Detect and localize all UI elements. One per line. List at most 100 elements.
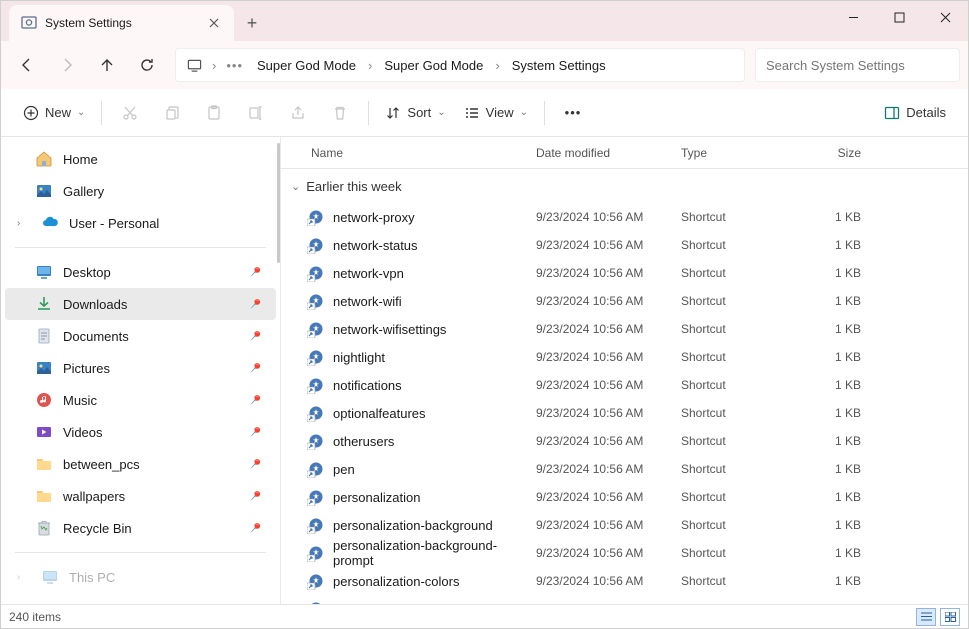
file-row[interactable]: notifications9/23/2024 10:56 AMShortcut1… [281,371,968,399]
copy-button[interactable] [152,96,192,130]
maximize-button[interactable] [876,1,922,33]
sidebar-item-user-personal[interactable]: ›User - Personal [5,207,276,239]
file-date: 9/23/2024 10:56 AM [536,546,681,560]
sort-button[interactable]: Sort ⌄ [377,96,453,130]
close-window-button[interactable] [922,1,968,33]
thumbnails-view-toggle[interactable] [940,608,960,626]
breadcrumb-segment[interactable]: Super God Mode [378,54,489,77]
chevron-right-icon[interactable]: › [210,58,218,73]
delete-button[interactable] [320,96,360,130]
file-row[interactable]: personalization9/23/2024 10:56 AMShortcu… [281,483,968,511]
file-type: Shortcut [681,546,801,560]
sidebar-item-recycle-bin[interactable]: Recycle Bin 📍 [5,512,276,544]
pin-icon: 📍 [246,455,265,474]
file-row[interactable]: personalization-background-prompt9/23/20… [281,539,968,567]
file-row[interactable]: nightlight9/23/2024 10:56 AMShortcut1 KB [281,343,968,371]
sidebar-item-wallpapers[interactable]: wallpapers 📍 [5,480,276,512]
back-button[interactable] [9,47,45,83]
shortcut-icon [307,376,325,394]
browser-tab[interactable]: System Settings [9,5,234,41]
file-size: 1 KB [801,518,881,532]
sidebar-item-between-pcs[interactable]: between_pcs📍 [5,448,276,480]
sidebar-item-documents[interactable]: Documents📍 [5,320,276,352]
sidebar-item-pictures[interactable]: Pictures📍 [5,352,276,384]
column-date[interactable]: Date modified [536,146,681,160]
shortcut-icon [307,320,325,338]
sidebar-item-label: wallpapers [63,489,238,504]
column-name[interactable]: Name [281,146,536,160]
share-button[interactable] [278,96,318,130]
path-overflow[interactable]: ••• [222,58,247,73]
sidebar-item-videos[interactable]: Videos📍 [5,416,276,448]
file-name: network-wifisettings [333,322,446,337]
sidebar-item-label: Music [63,393,238,408]
file-type: Shortcut [681,238,801,252]
cut-button[interactable] [110,96,150,130]
view-button-label: View [486,105,514,120]
file-row[interactable]: network-status9/23/2024 10:56 AMShortcut… [281,231,968,259]
sidebar-item-label: Pictures [63,361,238,376]
file-row[interactable]: network-wifi9/23/2024 10:56 AMShortcut1 … [281,287,968,315]
shortcut-icon [307,208,325,226]
file-row[interactable]: pen9/23/2024 10:56 AMShortcut1 KB [281,455,968,483]
new-button[interactable]: New ⌄ [15,96,93,130]
tab-title: System Settings [45,16,198,30]
breadcrumb-segment[interactable]: System Settings [506,54,612,77]
search-input[interactable]: Search System Settings [755,48,960,82]
up-button[interactable] [89,47,125,83]
column-type[interactable]: Type [681,146,801,160]
file-size: 1 KB [801,462,881,476]
file-size: 1 KB [801,350,881,364]
file-row[interactable]: otherusers9/23/2024 10:56 AMShortcut1 KB [281,427,968,455]
file-row[interactable]: network-vpn9/23/2024 10:56 AMShortcut1 K… [281,259,968,287]
minimize-button[interactable] [830,1,876,33]
close-tab-button[interactable] [206,15,222,31]
chevron-right-icon[interactable]: › [493,58,501,73]
status-bar: 240 items [1,604,968,628]
forward-button[interactable] [49,47,85,83]
address-bar[interactable]: › ••• Super God Mode › Super God Mode › … [175,48,745,82]
file-size: 1 KB [801,238,881,252]
sidebar-item-label: Recycle Bin [63,521,238,536]
sidebar-item-home[interactable]: Home [5,143,276,175]
file-row[interactable]: personalization-copilot9/23/2024 10:56 A… [281,595,968,604]
details-button[interactable]: Details [876,96,954,130]
shortcut-icon [307,432,325,450]
new-tab-button[interactable]: + [234,5,270,41]
file-row[interactable]: personalization-background9/23/2024 10:5… [281,511,968,539]
refresh-button[interactable] [129,47,165,83]
file-type: Shortcut [681,602,801,604]
shortcut-icon [307,488,325,506]
sidebar-item-downloads[interactable]: Downloads📍 [5,288,276,320]
details-button-label: Details [906,105,946,120]
chevron-right-icon: › [17,572,31,583]
downloads-icon [35,295,53,313]
pin-icon: 📍 [246,519,265,538]
shortcut-icon [307,348,325,366]
sidebar-item-desktop[interactable]: Desktop📍 [5,256,276,288]
file-row[interactable]: personalization-colors9/23/2024 10:56 AM… [281,567,968,595]
file-size: 1 KB [801,546,881,560]
rename-button[interactable] [236,96,276,130]
column-size[interactable]: Size [801,146,881,160]
file-row[interactable]: optionalfeatures9/23/2024 10:56 AMShortc… [281,399,968,427]
folder-icon [35,455,53,473]
file-row[interactable]: network-wifisettings9/23/2024 10:56 AMSh… [281,315,968,343]
view-button[interactable]: View ⌄ [456,96,536,130]
breadcrumb-segment[interactable]: Super God Mode [251,54,362,77]
file-list: ⌄ Earlier this week network-proxy9/23/20… [281,169,968,604]
sidebar-item-gallery[interactable]: Gallery [5,175,276,207]
sidebar-item-this-pc[interactable]: ›This PC [5,561,276,593]
chevron-down-icon: ⌄ [77,107,85,118]
file-date: 9/23/2024 10:56 AM [536,294,681,308]
chevron-right-icon[interactable]: › [366,58,374,73]
file-type: Shortcut [681,266,801,280]
details-view-toggle[interactable] [916,608,936,626]
documents-icon [35,327,53,345]
file-row[interactable]: network-proxy9/23/2024 10:56 AMShortcut1… [281,203,968,231]
paste-button[interactable] [194,96,234,130]
sidebar-item-music[interactable]: Music📍 [5,384,276,416]
pin-icon: 📍 [246,487,265,506]
group-header[interactable]: ⌄ Earlier this week [281,169,968,203]
more-button[interactable]: ••• [553,96,593,130]
